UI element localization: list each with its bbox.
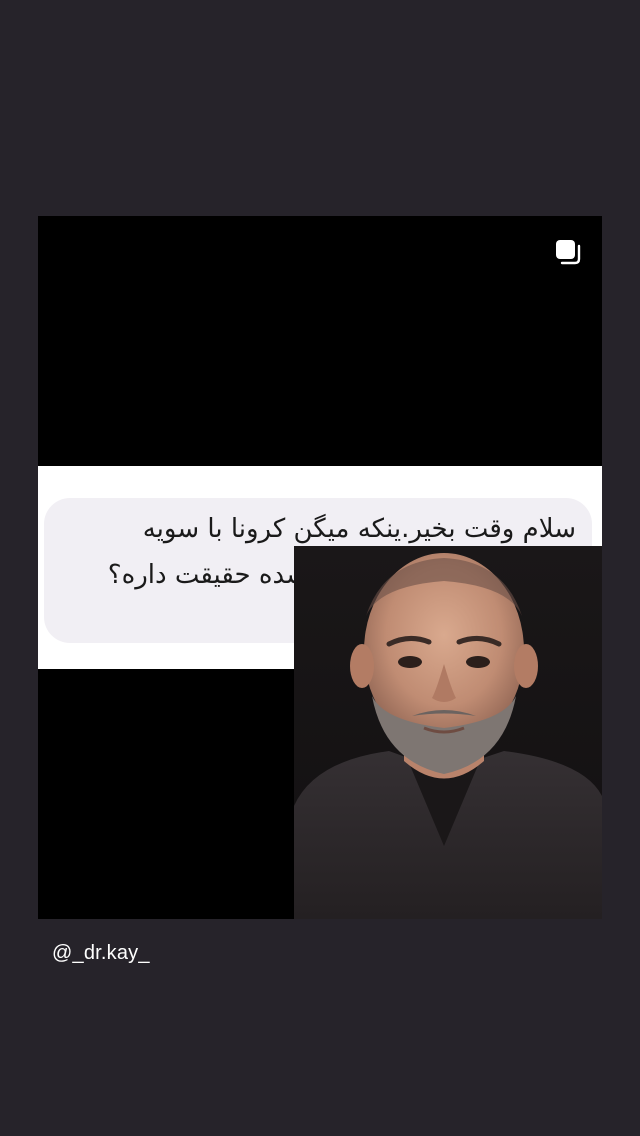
multiple-pages-icon [556, 240, 581, 265]
story-screen: سلام وقت بخیر.ینکه میگن کرونا با سویه جد… [0, 0, 640, 1136]
mention-sticker[interactable]: @_dr.kay_ [52, 942, 150, 965]
person-video [294, 546, 602, 919]
video-overlay[interactable] [294, 546, 602, 919]
shared-post[interactable]: سلام وقت بخیر.ینکه میگن کرونا با سویه جد… [38, 216, 602, 919]
